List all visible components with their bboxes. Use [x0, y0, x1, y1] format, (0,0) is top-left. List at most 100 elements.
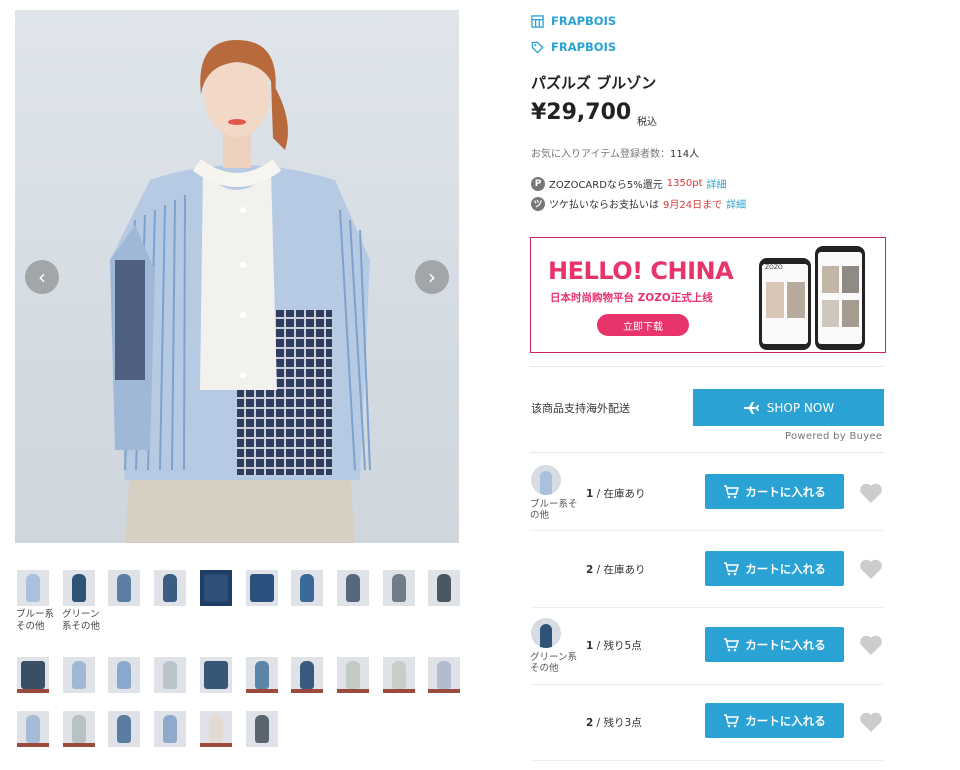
thumbnail[interactable] — [428, 570, 460, 606]
favorite-heart-icon[interactable] — [859, 711, 883, 733]
tsuke-info: ツ ツケ払いならお支払いは 9月24日まで 詳細 — [531, 196, 746, 211]
variant-size: 1 — [586, 640, 594, 652]
favorite-heart-icon[interactable] — [859, 634, 883, 656]
variant-stock-status: 残り5点 — [603, 640, 642, 652]
variant-stock: 2 / 在庫あり — [586, 564, 646, 576]
variant-stock: 1 / 在庫あり — [586, 488, 646, 500]
points-icon: P — [531, 176, 545, 191]
main-product-photo[interactable] — [15, 10, 459, 543]
favorite-count-value: 114人 — [670, 149, 700, 160]
thumbnail[interactable] — [383, 570, 415, 606]
favorite-count-label: お気に入りアイテム登録者数： — [531, 149, 670, 160]
gallery-prev-button[interactable]: ‹ — [25, 260, 59, 294]
brand-name: FRAPBOIS — [551, 40, 617, 54]
thumbnail[interactable] — [63, 657, 95, 693]
banner-subtitle: 日本时尚购物平台 ZOZO正式上线 — [550, 292, 713, 304]
gallery-next-button[interactable]: › — [415, 260, 449, 294]
phone-mockup: ZOZO — [759, 258, 811, 350]
shop-link[interactable]: FRAPBOIS — [531, 14, 616, 28]
zozocard-text: ZOZOCARDなら5%還元 — [549, 180, 663, 191]
add-to-cart-label: カートに入れる — [745, 484, 826, 499]
shop-icon — [531, 14, 544, 28]
cart-icon — [724, 484, 740, 498]
tsuke-text: ツケ払いならお支払いは — [549, 200, 659, 211]
add-to-cart-label: カートに入れる — [745, 713, 826, 728]
variant-color-thumbnail[interactable] — [531, 618, 561, 648]
thumbnail[interactable] — [291, 657, 323, 693]
thumbnail[interactable] — [154, 570, 186, 606]
variant-stock: 1 / 残り5点 — [586, 640, 642, 652]
variant-stock-status: 在庫あり — [603, 564, 646, 576]
variant-color-label: グリーン系その他 — [530, 652, 578, 674]
favorite-count: お気に入りアイテム登録者数：114人 — [531, 145, 699, 160]
thumbnail[interactable] — [108, 657, 140, 693]
variant-size: 1 — [586, 488, 594, 500]
thumbnail[interactable] — [291, 570, 323, 606]
airplane-icon — [743, 401, 759, 414]
banner-headline: HELLO! CHINA — [548, 257, 734, 285]
thumbnail[interactable] — [154, 711, 186, 747]
variant-size: 2 — [586, 717, 594, 729]
zozocard-info: P ZOZOCARDなら5%還元 1350pt 詳細 — [531, 176, 727, 191]
zozocard-points: 1350pt — [666, 178, 703, 189]
thumbnail[interactable] — [17, 570, 49, 606]
brand-link[interactable]: FRAPBOIS — [531, 40, 616, 54]
thumbnail[interactable] — [108, 570, 140, 606]
thumbnail[interactable] — [108, 711, 140, 747]
variant-color-label: ブルー系その他 — [530, 499, 578, 521]
thumbnail[interactable] — [246, 657, 278, 693]
shop-now-label: SHOP NOW — [766, 400, 835, 415]
phone-mockup — [815, 246, 865, 350]
cart-icon — [724, 713, 740, 727]
variant-stock-status: 残り3点 — [603, 717, 642, 729]
zozocard-detail-link[interactable]: 詳細 — [707, 176, 727, 191]
favorite-heart-icon[interactable] — [859, 482, 883, 504]
variant-size: 2 — [586, 564, 594, 576]
cart-icon — [724, 561, 740, 575]
thumbnail[interactable] — [200, 570, 232, 606]
favorite-heart-icon[interactable] — [859, 558, 883, 580]
thumbnail[interactable] — [200, 657, 232, 693]
product-price: ¥29,700 — [531, 100, 632, 125]
powered-by-buyee: Powered by Buyee — [785, 431, 883, 442]
cart-icon — [724, 637, 740, 651]
thumbnail[interactable] — [154, 657, 186, 693]
thumbnail[interactable] — [246, 711, 278, 747]
hello-china-banner[interactable]: HELLO! CHINA 日本时尚购物平台 ZOZO正式上线 立即下载 ZOZO — [530, 237, 886, 353]
thumbnail[interactable] — [200, 711, 232, 747]
shop-now-button[interactable]: SHOP NOW — [693, 389, 884, 426]
variant-stock-status: 在庫あり — [603, 488, 646, 500]
divider — [530, 366, 884, 367]
add-to-cart-label: カートに入れる — [745, 637, 826, 652]
thumbnail-caption: グリーン系その他 — [62, 609, 101, 632]
variant-color-thumbnail[interactable] — [531, 465, 561, 495]
add-to-cart-button[interactable]: カートに入れる — [705, 474, 844, 509]
thumbnail[interactable] — [17, 657, 49, 693]
thumbnail[interactable] — [63, 570, 95, 606]
add-to-cart-button[interactable]: カートに入れる — [705, 703, 844, 738]
add-to-cart-button[interactable]: カートに入れる — [705, 551, 844, 586]
thumbnail[interactable] — [428, 657, 460, 693]
add-to-cart-button[interactable]: カートに入れる — [705, 627, 844, 662]
thumbnail[interactable] — [63, 711, 95, 747]
variant-stock: 2 / 残り3点 — [586, 717, 642, 729]
divider — [530, 452, 884, 453]
thumbnail[interactable] — [383, 657, 415, 693]
thumbnail[interactable] — [17, 711, 49, 747]
banner-download-button[interactable]: 立即下载 — [597, 314, 689, 336]
row-divider — [530, 530, 884, 531]
row-divider — [530, 760, 884, 761]
tsuke-detail-link[interactable]: 詳細 — [726, 196, 746, 211]
tsuke-date: 9月24日まで — [663, 200, 723, 211]
row-divider — [530, 684, 884, 685]
tag-icon — [531, 41, 544, 54]
overseas-shipping-text: 该商品支持海外配送 — [531, 402, 630, 415]
thumbnail-caption: ブルー系その他 — [16, 609, 55, 632]
thumbnail[interactable] — [246, 570, 278, 606]
shop-name: FRAPBOIS — [551, 14, 617, 28]
thumbnail[interactable] — [337, 657, 369, 693]
thumbnail[interactable] — [337, 570, 369, 606]
app-logo: ZOZO — [765, 264, 783, 271]
row-divider — [530, 607, 884, 608]
product-title: パズルズ ブルゾン — [531, 74, 657, 92]
